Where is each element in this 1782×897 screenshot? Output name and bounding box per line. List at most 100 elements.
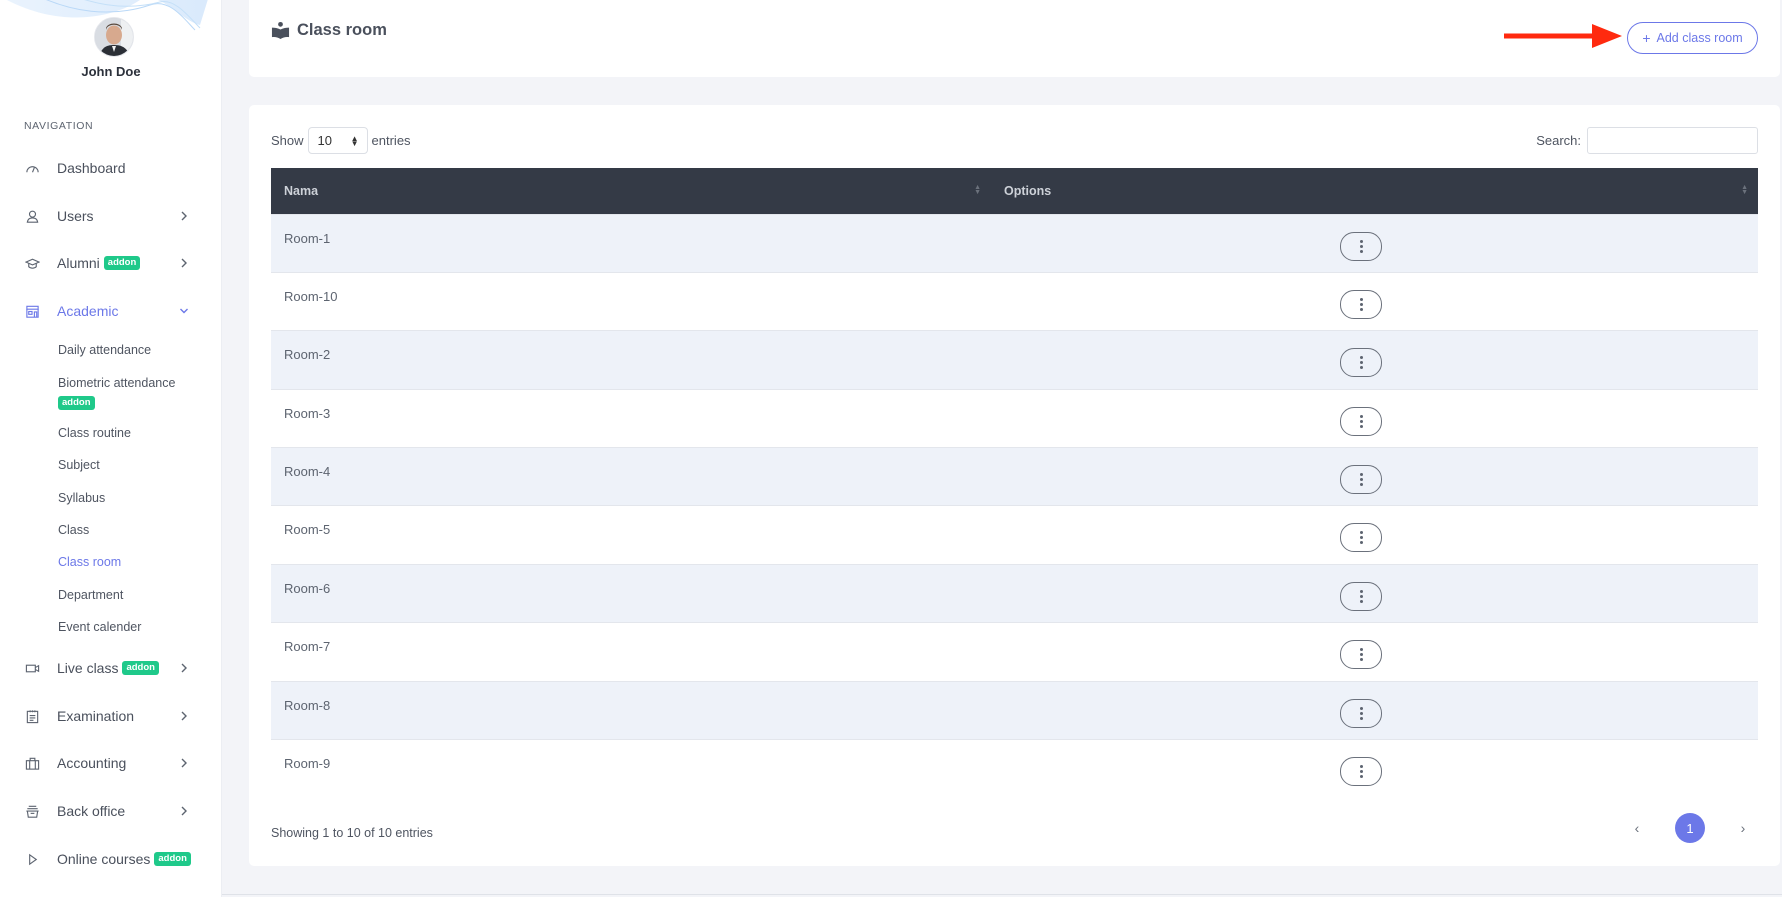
room-name-cell: Room-1 [284,230,331,246]
sidebar-item-label: Academic [57,303,119,319]
page-length-value: 10 [317,133,332,148]
options-cell [991,448,1758,506]
chevron-right-icon [181,258,187,268]
room-name-cell: Room-8 [284,697,331,713]
options-cell [991,331,1758,389]
room-name-cell: Room-9 [284,756,331,772]
options-cell [991,740,1758,798]
submenu-department[interactable]: Department [58,588,123,602]
sidebar-item-label: Live class [57,660,119,676]
pagination-next-button[interactable]: › [1728,820,1758,836]
user-icon [24,208,40,224]
submenu-subject[interactable]: Subject [58,458,100,472]
room-name-cell: Room-5 [284,522,331,538]
table-row: Room-10 [271,272,1758,331]
classroom-table-card: Show 10 ▲ ▼ entries Search: Nama ▲ ▼ Optio… [249,105,1780,866]
chevron-down-icon [180,308,188,314]
options-cell [991,681,1758,739]
submenu-daily-attendance[interactable]: Daily attendance [58,343,151,357]
table-row: Room-7 [271,622,1758,682]
avatar[interactable] [94,17,134,57]
table-row: Room-2 [271,330,1758,390]
kebab-menu-icon [1359,648,1363,662]
sidebar-item-label: Back office [57,803,126,819]
row-options-button[interactable] [1340,348,1382,378]
submenu-class[interactable]: Class [58,523,89,537]
row-options-button[interactable] [1340,406,1382,436]
search-label: Search: [1536,133,1581,148]
nav-heading: NAVIGATION [24,120,94,132]
submenu-class-routine[interactable]: Class routine [58,426,131,440]
row-options-button[interactable] [1340,581,1382,611]
table-info: Showing 1 to 10 of 10 entries [271,826,433,840]
search-control: Search: [1536,127,1758,154]
row-options-button[interactable] [1340,523,1382,553]
options-cell [991,389,1758,447]
video-camera-icon [24,660,40,676]
table-row: Room-9 [271,739,1758,798]
submenu-class-room[interactable]: Class room [58,555,121,569]
book-reader-icon [271,21,290,40]
options-cell [991,623,1758,681]
column-header-nama[interactable]: Nama ▲ ▼ [271,168,991,214]
kebab-menu-icon [1359,356,1363,370]
row-options-button[interactable] [1340,231,1382,261]
column-header-options[interactable]: Options ▲ ▼ [991,168,1758,214]
inbox-tray-icon [24,803,40,819]
submenu-event-calender[interactable]: Event calender [58,620,141,634]
pagination-page-button[interactable]: 1 [1675,813,1705,843]
sidebar-item-academic[interactable]: Academic [24,299,199,323]
row-options-button[interactable] [1340,289,1382,319]
submenu-biometric-attendance[interactable]: Biometric attendance [58,376,175,390]
pagination: ‹ 1 › [1622,813,1758,843]
sidebar-item-accounting[interactable]: Accounting [24,751,199,775]
row-options-button[interactable] [1340,698,1382,728]
sidebar-item-online-courses[interactable]: Online courses addon [24,847,199,871]
table-body: Room-1 Room-10 Room-2 Room-3 Room-4 Room-5 Roo… [271,214,1758,798]
options-cell [991,272,1758,330]
sidebar-item-examination[interactable]: Examination [24,704,199,728]
table-row: Room-5 [271,505,1758,565]
annotation-arrow-icon [1504,24,1622,48]
submenu-syllabus[interactable]: Syllabus [58,491,105,505]
dashboard-gauge-icon [24,160,40,176]
sidebar-item-alumni[interactable]: Alumni addon [24,251,199,275]
page-length-control: Show 10 ▲ ▼ entries [271,127,411,154]
add-class-room-button[interactable]: + Add class room [1627,22,1758,54]
options-cell [991,214,1758,272]
sidebar-item-live-class[interactable]: Live class addon [24,656,199,680]
options-cell [991,506,1758,564]
sidebar-item-label: Users [57,208,94,224]
room-name-cell: Room-2 [284,347,331,363]
sidebar-item-dashboard[interactable]: Dashboard [24,156,199,180]
kebab-menu-icon [1359,473,1363,487]
play-icon [24,851,40,867]
clipboard-icon [24,708,40,724]
addon-badge: addon [122,661,159,675]
sidebar-item-label: Examination [57,708,135,724]
pagination-prev-button[interactable]: ‹ [1622,820,1652,836]
row-options-button[interactable] [1340,640,1382,670]
room-name-cell: Room-7 [284,639,331,655]
page-header-card: Class room + Add class room [249,0,1780,77]
row-options-button[interactable] [1340,757,1382,787]
table-row: Room-4 [271,447,1758,506]
page-length-select[interactable]: 10 ▲ ▼ [307,127,368,154]
sidebar-item-label: Accounting [57,755,127,771]
user-name: John Doe [81,64,141,79]
table-row: Room-1 [271,214,1758,273]
entries-label: entries [371,133,411,148]
kebab-menu-icon [1359,297,1363,311]
chevron-right-icon [181,663,187,673]
row-options-button[interactable] [1340,465,1382,495]
page-title: Class room [271,21,387,40]
kebab-menu-icon [1359,239,1363,253]
room-name-cell: Room-3 [284,405,331,421]
sidebar-item-users[interactable]: Users [24,204,199,228]
kebab-menu-icon [1359,765,1363,779]
kebab-menu-icon [1359,706,1363,720]
sidebar-item-back-office[interactable]: Back office [24,799,199,823]
show-label: Show [271,133,304,148]
search-input[interactable] [1587,127,1758,154]
addon-badge: addon [58,396,95,410]
